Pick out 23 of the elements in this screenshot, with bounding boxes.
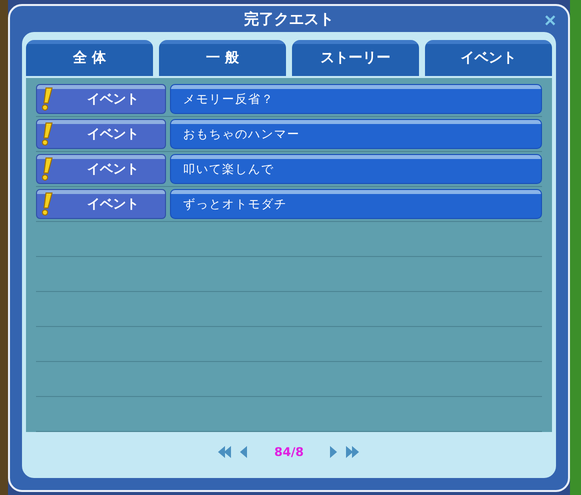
exclamation-icon	[41, 87, 53, 111]
filter-tab[interactable]: 全 体	[26, 40, 153, 76]
exclamation-icon	[41, 122, 53, 146]
prev-page-icon[interactable]	[240, 446, 248, 458]
exclamation-icon	[41, 157, 53, 181]
category-label: イベント	[36, 154, 166, 184]
exclamation-icon	[41, 192, 53, 216]
quest-item[interactable]: 叩いて楽しんで	[170, 154, 542, 184]
next-page-icon[interactable]	[330, 446, 338, 458]
category-label: イベント	[36, 84, 166, 114]
window-title: 完了クエスト	[244, 10, 334, 28]
last-page-icon[interactable]	[346, 446, 360, 458]
filter-tab[interactable]: イベント	[425, 40, 552, 76]
filter-tab[interactable]: 一 般	[159, 40, 286, 76]
first-page-icon[interactable]	[218, 446, 232, 458]
category-label: イベント	[36, 119, 166, 149]
category-label: イベント	[36, 189, 166, 219]
quest-item[interactable]: おもちゃのハンマー	[170, 119, 542, 149]
quest-item[interactable]: メモリー反省？	[170, 84, 542, 114]
filter-tab[interactable]: ストーリー	[292, 40, 419, 76]
quest-item[interactable]: ずっとオトモダチ	[170, 189, 542, 219]
close-button[interactable]: ×	[540, 10, 560, 32]
page-counter: 84/8	[274, 445, 304, 459]
